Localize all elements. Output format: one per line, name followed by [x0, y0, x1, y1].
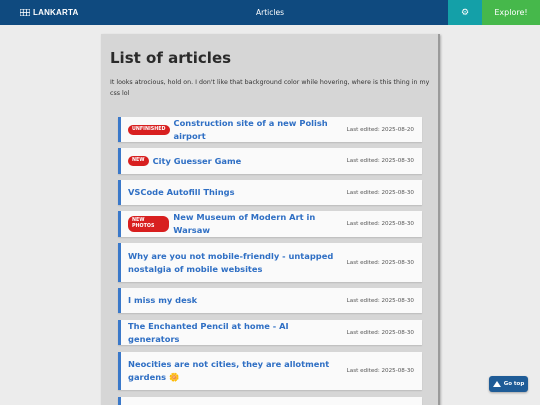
page-title: List of articles: [110, 49, 232, 67]
gear-icon: ⚙: [460, 7, 470, 18]
go-top-button[interactable]: Go top: [489, 376, 528, 392]
article-edited-date: Last edited: 2025-08-20: [346, 126, 414, 133]
article-edited-date: Last edited: 2025-08-30: [346, 368, 414, 374]
article-item[interactable]: The Enchanted Pencil at home - AI genera…: [118, 320, 422, 345]
article-title[interactable]: Why are you not mobile-friendly - untapp…: [128, 250, 338, 276]
article-edited-date: Last edited: 2025-08-30: [346, 221, 414, 227]
nav-articles-link[interactable]: Articles: [245, 0, 295, 25]
article-title[interactable]: New Museum of Modern Art in Warsaw: [173, 211, 338, 237]
article-title[interactable]: City Guesser Game: [153, 155, 242, 168]
articles-panel: List of articles It looks atrocious, hol…: [101, 34, 440, 405]
article-edited-date: Last edited: 2025-08-30: [346, 297, 414, 304]
article-title-text: Neocities are not cities, they are allot…: [128, 359, 330, 382]
article-item[interactable]: UNFINISHED Construction site of a new Po…: [118, 117, 422, 142]
triangle-up-icon: [492, 381, 501, 387]
article-item[interactable]: Neocities are not cities, they are allot…: [118, 352, 422, 390]
article-item[interactable]: [118, 397, 422, 405]
page-description: It looks atrocious, hold on. I don't lik…: [110, 79, 430, 97]
article-title[interactable]: VSCode Autofill Things: [128, 186, 235, 199]
article-title[interactable]: Neocities are not cities, they are allot…: [128, 358, 338, 384]
settings-button[interactable]: ⚙: [448, 0, 482, 25]
map-grid-icon: [20, 9, 30, 16]
status-badge: NEW PHOTOS: [128, 216, 170, 232]
brand-link[interactable]: LANKARTA: [20, 0, 78, 25]
article-edited-date: Last edited: 2025-08-30: [346, 158, 414, 164]
article-item[interactable]: NEW PHOTOS New Museum of Modern Art in W…: [118, 211, 422, 237]
status-badge: NEW: [128, 156, 149, 166]
top-navbar: LANKARTA Articles ⚙ Explore!: [0, 0, 540, 25]
article-edited-date: Last edited: 2025-08-30: [346, 189, 414, 196]
article-item[interactable]: VSCode Autofill Things Last edited: 2025…: [118, 180, 422, 205]
brand-name: LANKARTA: [33, 8, 79, 17]
article-item[interactable]: I miss my desk Last edited: 2025-08-30: [118, 288, 422, 313]
status-badge: UNFINISHED: [128, 124, 170, 135]
flower-icon: 🌼: [168, 372, 180, 382]
go-top-label: Go top: [503, 381, 525, 387]
article-title[interactable]: The Enchanted Pencil at home - AI genera…: [128, 320, 338, 346]
article-title[interactable]: I miss my desk: [128, 294, 197, 307]
article-title[interactable]: Construction site of a new Polish airpor…: [174, 117, 339, 143]
article-edited-date: Last edited: 2025-08-30: [346, 259, 414, 266]
article-item[interactable]: NEW City Guesser Game Last edited: 2025-…: [118, 148, 422, 174]
explore-button[interactable]: Explore!: [482, 0, 540, 25]
article-item[interactable]: Why are you not mobile-friendly - untapp…: [118, 243, 422, 282]
article-edited-date: Last edited: 2025-08-30: [346, 329, 414, 336]
